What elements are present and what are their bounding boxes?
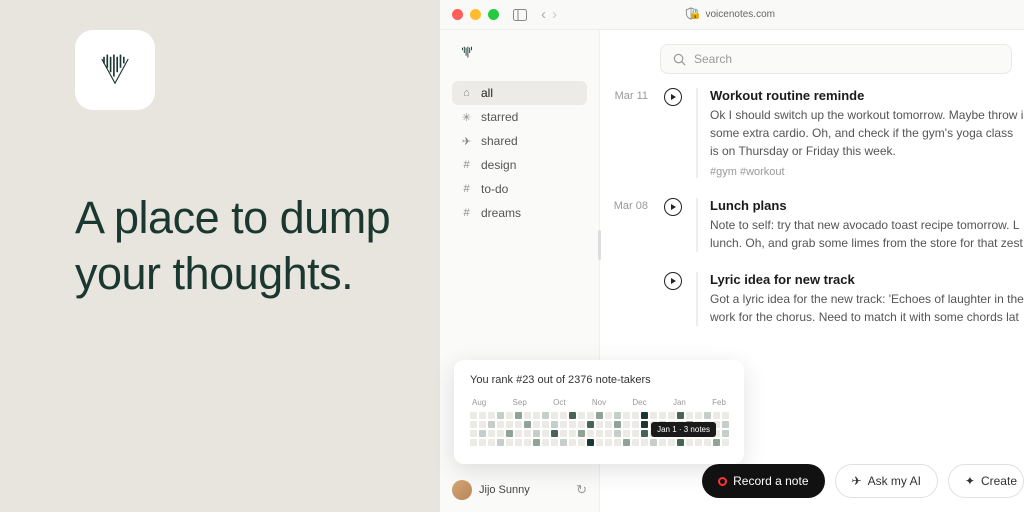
sidebar-logo-icon[interactable]	[458, 44, 476, 62]
play-icon[interactable]	[664, 198, 682, 216]
sidebar-item-label: starred	[481, 110, 518, 124]
sidebar-item-label: design	[481, 158, 516, 172]
sidebar-item-starred[interactable]: ✳ starred	[452, 105, 587, 129]
star-icon: ✳	[460, 111, 473, 124]
home-icon: ⌂	[460, 87, 473, 99]
note-item[interactable]: Mar 11 Workout routine reminde Ok I shou…	[600, 88, 1024, 198]
play-icon[interactable]	[664, 88, 682, 106]
minimize-window-icon[interactable]	[470, 9, 481, 20]
marketing-panel: A place to dump your thoughts.	[0, 0, 440, 512]
chevron-right-icon[interactable]: ›	[552, 6, 557, 23]
search-input[interactable]: Search	[660, 44, 1012, 74]
logo-icon	[93, 48, 137, 92]
note-title: Lunch plans	[710, 198, 1024, 213]
play-icon[interactable]	[664, 272, 682, 290]
traffic-lights[interactable]	[452, 9, 499, 20]
record-note-button[interactable]: Record a note	[702, 464, 824, 498]
history-icon[interactable]: ↻	[576, 482, 587, 498]
app-window: ‹ › 🔒 voicenotes.com ⌂ all	[440, 0, 1024, 512]
note-title: Workout routine reminde	[710, 88, 1024, 103]
user-profile[interactable]: Jijo Sunny	[452, 480, 530, 500]
note-body: Got a lyric idea for the new track: 'Ech…	[710, 290, 1024, 326]
close-window-icon[interactable]	[452, 9, 463, 20]
lock-icon: 🔒	[689, 9, 701, 20]
window-titlebar: ‹ › 🔒 voicenotes.com	[440, 0, 1024, 30]
url-text: voicenotes.com	[705, 9, 774, 20]
note-body: Note to self: try that new avocado toast…	[710, 216, 1024, 252]
note-item[interactable]: Lyric idea for new track Got a lyric ide…	[600, 272, 1024, 346]
sidebar-item-design[interactable]: # design	[452, 153, 587, 177]
hero-headline: A place to dump your thoughts.	[75, 190, 440, 303]
note-body: Ok I should switch up the workout tomorr…	[710, 106, 1024, 160]
sidebar-item-label: all	[481, 86, 493, 100]
app-logo-badge	[75, 30, 155, 110]
sidebar-item-label: to-do	[481, 182, 508, 196]
search-placeholder: Search	[694, 52, 732, 66]
sidebar-footer: Jijo Sunny ↻	[452, 480, 587, 500]
maximize-window-icon[interactable]	[488, 9, 499, 20]
chevron-left-icon[interactable]: ‹	[541, 6, 546, 23]
record-icon	[718, 477, 727, 486]
ask-ai-button[interactable]: ✈ Ask my AI	[835, 464, 938, 498]
send-icon: ✈	[852, 474, 862, 488]
note-item[interactable]: Mar 08 Lunch plans Note to self: try tha…	[600, 198, 1024, 272]
avatar	[452, 480, 472, 500]
note-tags[interactable]: #gym #workout	[710, 166, 1024, 178]
sidebar-item-label: dreams	[481, 206, 521, 220]
hash-icon: #	[460, 207, 473, 219]
sparkle-icon: ✦	[965, 474, 975, 488]
nav-back-forward[interactable]: ‹ ›	[541, 6, 557, 23]
main-content: Search Mar 11 Workout routine reminde Ok…	[600, 30, 1024, 512]
sidebar-toggle-icon[interactable]	[513, 9, 527, 21]
search-icon	[673, 53, 686, 66]
sidebar-item-all[interactable]: ⌂ all	[452, 81, 587, 105]
sidebar: ⌂ all ✳ starred ✈ shared # design # to-d…	[440, 30, 600, 512]
note-date: Mar 08	[600, 198, 648, 252]
resize-handle[interactable]	[598, 230, 601, 260]
note-date	[600, 272, 648, 326]
sidebar-item-todo[interactable]: # to-do	[452, 177, 587, 201]
user-name: Jijo Sunny	[479, 484, 530, 496]
hash-icon: #	[460, 159, 473, 171]
url-bar[interactable]: 🔒 voicenotes.com	[689, 9, 775, 20]
sidebar-item-label: shared	[481, 134, 518, 148]
hash-icon: #	[460, 183, 473, 195]
bottom-action-bar: Record a note ✈ Ask my AI ✦ Create	[702, 464, 1024, 498]
create-button[interactable]: ✦ Create	[948, 464, 1024, 498]
note-title: Lyric idea for new track	[710, 272, 1024, 287]
send-icon: ✈	[460, 135, 473, 148]
note-date: Mar 11	[600, 88, 648, 178]
sidebar-item-shared[interactable]: ✈ shared	[452, 129, 587, 153]
sidebar-item-dreams[interactable]: # dreams	[452, 201, 587, 225]
